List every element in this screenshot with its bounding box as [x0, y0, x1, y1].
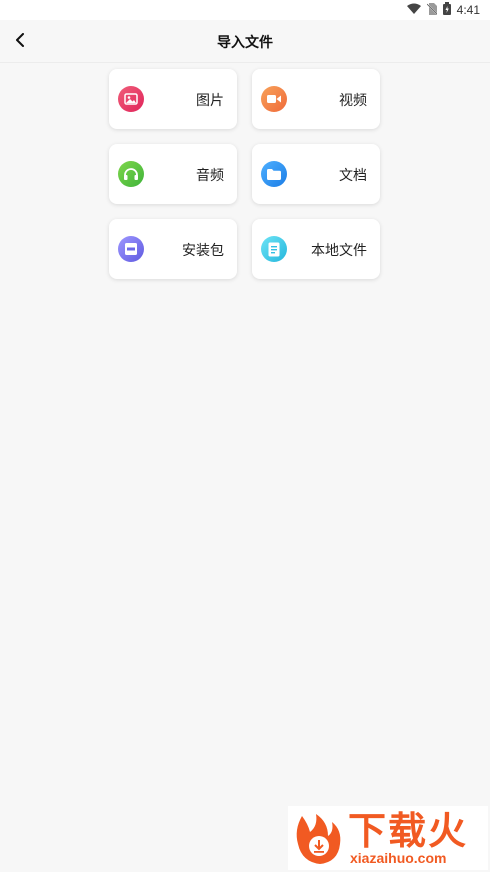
import-image-card[interactable]: 图片: [109, 69, 237, 129]
battery-icon: [442, 2, 451, 18]
import-audio-card[interactable]: 音频: [109, 144, 237, 204]
apk-icon: [118, 236, 144, 262]
status-icons: 4:41: [406, 2, 480, 18]
import-options-grid: 图片 视频 音频 文档 安装包 本地文件: [109, 69, 380, 279]
card-label: 图片: [196, 92, 224, 108]
page-title: 导入文件: [217, 34, 273, 50]
folder-icon: [261, 161, 287, 187]
top-app-bar: 导入文件: [0, 20, 490, 63]
file-icon: [261, 236, 287, 262]
card-label: 文档: [339, 167, 367, 183]
status-bar: 4:41: [0, 0, 490, 20]
watermark-title: 下载火: [348, 811, 469, 853]
import-video-card[interactable]: 视频: [252, 69, 380, 129]
import-document-card[interactable]: 文档: [252, 144, 380, 204]
card-label: 视频: [339, 92, 367, 108]
card-label: 音频: [196, 167, 224, 183]
video-icon: [261, 86, 287, 112]
headphones-icon: [118, 161, 144, 187]
card-label: 本地文件: [311, 242, 367, 258]
card-label: 安装包: [182, 242, 224, 258]
wifi-icon: [406, 3, 421, 18]
import-local-file-card[interactable]: 本地文件: [252, 219, 380, 279]
import-apk-card[interactable]: 安装包: [109, 219, 237, 279]
watermark-url: xiazaihuo.com: [350, 850, 447, 866]
flame-logo-icon: [296, 814, 341, 864]
watermark: 下载火 xiazaihuo.com: [288, 806, 488, 870]
no-sim-icon: [426, 2, 438, 18]
clock: 4:41: [456, 3, 480, 17]
image-icon: [118, 86, 144, 112]
